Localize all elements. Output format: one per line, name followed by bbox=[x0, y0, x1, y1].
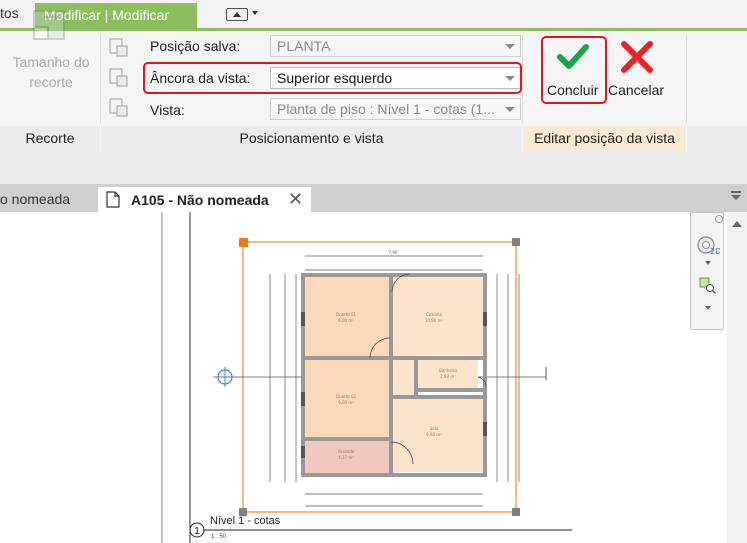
sheet-drawing: 7,90 Quarto 01 9,00 m² Cozinha 10,90 m² … bbox=[161, 212, 572, 543]
svg-text:2D: 2D bbox=[710, 247, 720, 256]
svg-text:7,90: 7,90 bbox=[389, 250, 398, 255]
chevron-down-icon[interactable] bbox=[705, 261, 711, 265]
chevron-down-icon bbox=[505, 107, 515, 112]
zoom-region-icon[interactable] bbox=[699, 277, 717, 295]
grip-top-right bbox=[512, 238, 520, 246]
steering-wheel-2d-icon[interactable]: 2D bbox=[696, 235, 720, 257]
panel-title-filler bbox=[687, 126, 747, 150]
view-title-name: Nível 1 - cotas bbox=[210, 515, 281, 527]
tabs-menu-icon[interactable] bbox=[731, 191, 741, 193]
ribbon-tab-bar: tos Modificar | Modificar bbox=[0, 0, 747, 30]
svg-text:9,00 m²: 9,00 m² bbox=[338, 318, 354, 323]
svg-text:4,17 m²: 4,17 m² bbox=[338, 455, 354, 460]
placement-panel-title: Posicionamento e vista bbox=[101, 126, 522, 150]
view-title-scale: 1 : 50 bbox=[211, 534, 227, 540]
crop-size-icon bbox=[33, 10, 65, 40]
document-tab-active[interactable]: A105 - Não nomeada ✕ bbox=[98, 187, 311, 213]
edit-panel-title: Editar posição da vista bbox=[523, 126, 686, 150]
navigation-bar: 2D bbox=[690, 212, 724, 330]
options-bar bbox=[0, 150, 747, 184]
anchor-icon bbox=[109, 68, 128, 87]
document-tab-title: A105 - Não nomeada bbox=[131, 192, 269, 208]
view-number: 1 bbox=[194, 526, 200, 537]
scroll-up-icon[interactable] bbox=[732, 221, 742, 227]
svg-text:Varanda: Varanda bbox=[338, 449, 355, 454]
anchor-grip-top-left bbox=[239, 238, 248, 247]
ribbon-tab-previous[interactable]: tos bbox=[0, 5, 19, 21]
svg-text:9,00 m²: 9,00 m² bbox=[338, 400, 354, 405]
close-icon[interactable] bbox=[715, 215, 723, 223]
contextual-tab-toggle-icon[interactable] bbox=[226, 8, 248, 21]
drawing-canvas[interactable]: 7,90 Quarto 01 9,00 m² Cozinha 10,90 m² … bbox=[0, 212, 747, 543]
crop-panel-title: Recorte bbox=[0, 126, 100, 150]
svg-text:Quarto 02: Quarto 02 bbox=[336, 394, 357, 399]
svg-text:9,90 m²: 9,90 m² bbox=[426, 432, 442, 437]
svg-text:2,93 m²: 2,93 m² bbox=[440, 374, 456, 379]
panel-divider bbox=[100, 35, 101, 123]
close-tab-icon[interactable]: ✕ bbox=[288, 190, 303, 208]
ribbon-panel-titles: Recorte Posicionamento e vista Editar po… bbox=[0, 126, 747, 150]
finish-button[interactable] bbox=[541, 36, 607, 104]
panel-divider bbox=[522, 35, 523, 123]
chevron-down-icon[interactable] bbox=[731, 195, 741, 200]
document-tab-previous[interactable]: o nomeada bbox=[0, 191, 70, 207]
crop-size-button: Tamanho do recorte bbox=[12, 54, 90, 90]
cancel-button[interactable]: Cancelar bbox=[608, 82, 664, 98]
panel-divider bbox=[686, 35, 687, 123]
view-dropdown[interactable]: Planta de piso : Nível 1 - cotas (1... bbox=[270, 98, 521, 120]
view-label: Vista: bbox=[150, 102, 185, 118]
document-tab-bar: o nomeada A105 - Não nomeada ✕ bbox=[0, 184, 747, 213]
svg-text:Cozinha: Cozinha bbox=[426, 312, 443, 317]
saved-position-value: PLANTA bbox=[277, 38, 331, 54]
view-icon bbox=[109, 98, 128, 117]
vertical-scrollbar[interactable] bbox=[727, 212, 747, 543]
red-x-icon[interactable] bbox=[619, 40, 655, 74]
saved-position-dropdown[interactable]: PLANTA bbox=[270, 35, 521, 57]
sheet-doc-icon bbox=[106, 191, 120, 208]
chevron-down-icon[interactable] bbox=[705, 306, 711, 310]
saved-position-icon bbox=[109, 38, 128, 57]
svg-text:Sala: Sala bbox=[430, 426, 439, 431]
chevron-down-icon[interactable] bbox=[252, 11, 258, 15]
svg-text:Banheiro: Banheiro bbox=[439, 368, 457, 373]
view-value: Planta de piso : Nível 1 - cotas (1... bbox=[277, 101, 495, 117]
grip-bottom-right bbox=[512, 508, 520, 516]
svg-text:10,90 m²: 10,90 m² bbox=[425, 318, 444, 323]
chevron-down-icon bbox=[505, 44, 515, 49]
anchor-highlight-box bbox=[143, 62, 522, 94]
svg-text:Quarto 01: Quarto 01 bbox=[336, 312, 357, 317]
revit-window: tos Modificar | Modificar Tamanho do rec… bbox=[0, 0, 747, 543]
saved-position-label: Posição salva: bbox=[150, 38, 241, 54]
